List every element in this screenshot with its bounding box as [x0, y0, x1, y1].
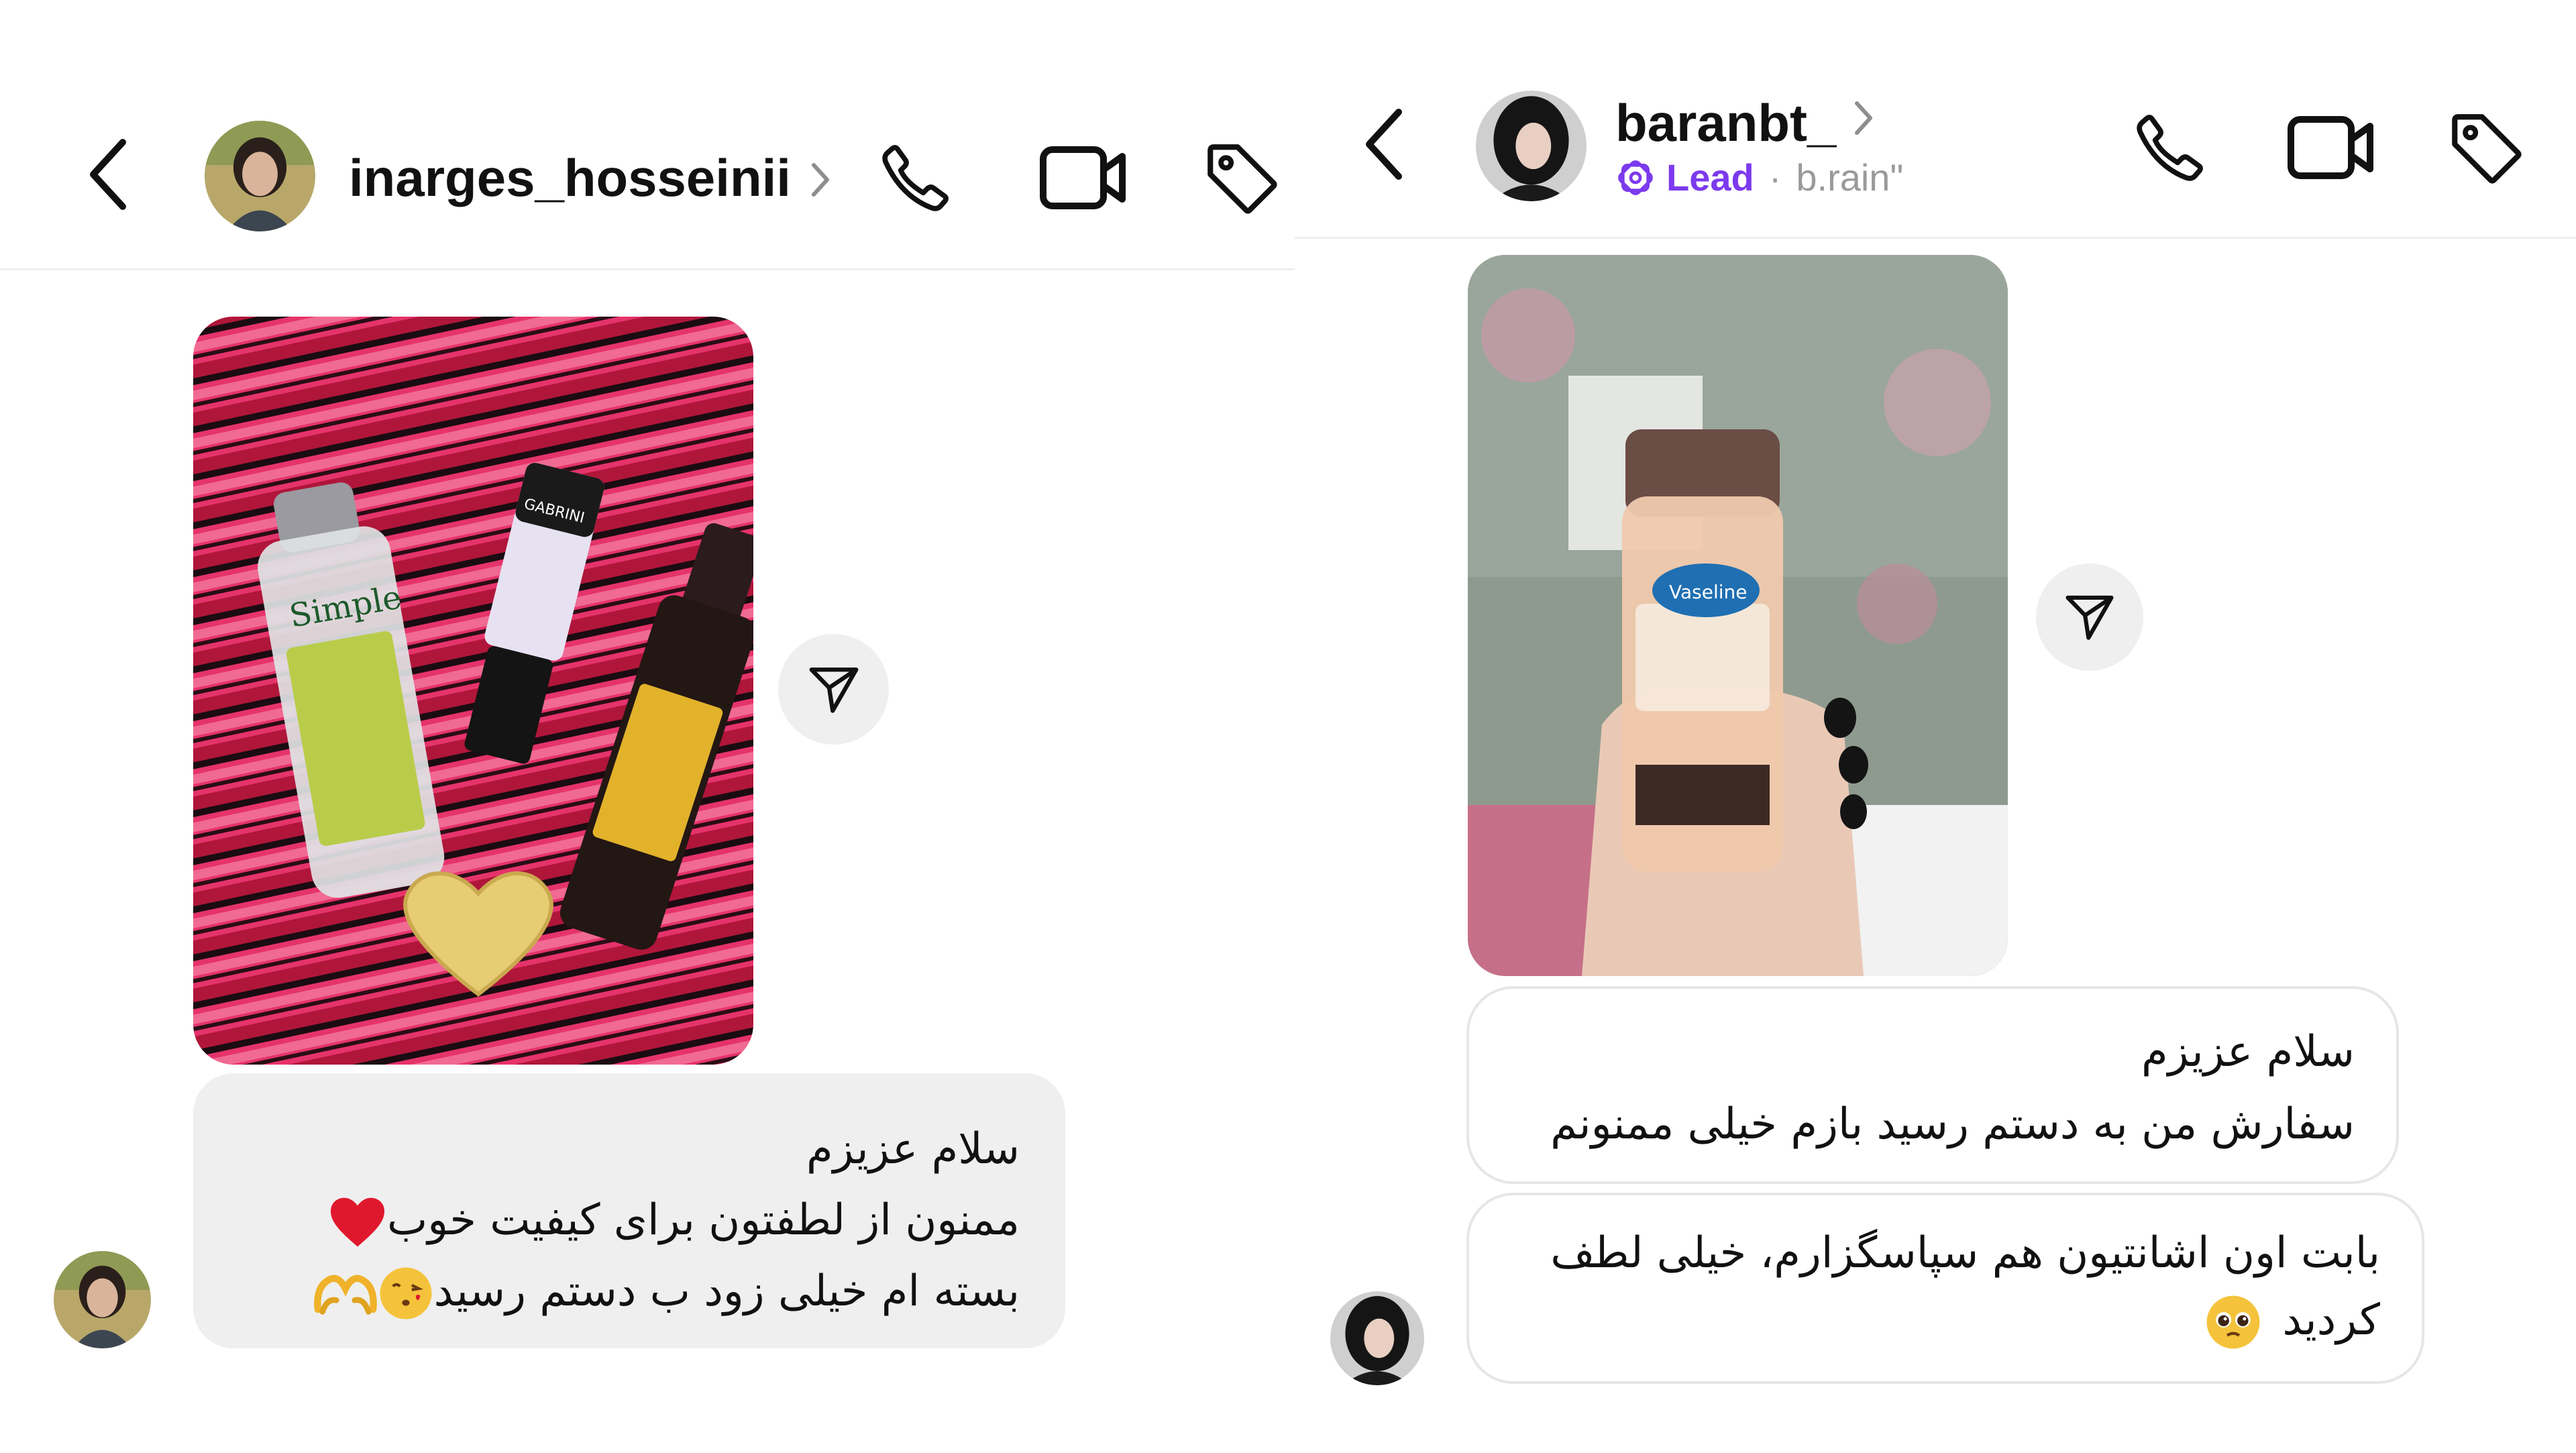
- back-button[interactable]: [1348, 97, 1422, 191]
- sender-avatar-photo: [1330, 1291, 1424, 1385]
- call-button[interactable]: [872, 134, 959, 221]
- message-line-2: سفارش من به دستم رسید بازم خیلی ممنونم: [1550, 1099, 2355, 1149]
- chat-panel-right: baranbt_ Lead · b.rain" Vaseline سلام عز…: [1295, 0, 2576, 1453]
- phone-icon: [882, 145, 949, 211]
- photo-message[interactable]: Simple GABRINI: [193, 317, 753, 1065]
- pleading-face-emoji: [2204, 1293, 2262, 1351]
- heart-hands-emoji: [313, 1267, 378, 1320]
- message-line-2: ممنون از لطفتون برای کیفیت خوب: [387, 1195, 1020, 1245]
- red-heart-emoji: [328, 1195, 387, 1249]
- share-button[interactable]: [778, 634, 889, 745]
- phone-icon: [2137, 115, 2203, 181]
- tag-button[interactable]: [2442, 104, 2529, 191]
- chat-panel-left: inarges_hosseinii Simple GABRINI سلام عز…: [0, 0, 1295, 1453]
- call-button[interactable]: [2127, 104, 2214, 191]
- back-button[interactable]: [72, 127, 146, 221]
- avatar-photo: [1476, 91, 1587, 201]
- back-arrow-icon: [90, 139, 126, 210]
- sender-avatar-photo: [54, 1251, 151, 1348]
- share-button[interactable]: [2036, 563, 2143, 671]
- avatar-photo: [205, 121, 315, 231]
- message-line-1: بابت اون اشانتیون هم سپاسگزارم، خیلی لطف: [1550, 1228, 2380, 1278]
- message-line-1: سلام عزیزم: [2141, 1027, 2355, 1077]
- svg-text:Vaseline: Vaseline: [1669, 581, 1747, 603]
- avatar[interactable]: [1476, 91, 1587, 201]
- tag-button[interactable]: [1197, 134, 1285, 221]
- chevron-right-icon[interactable]: [1851, 99, 1876, 137]
- lead-label: Lead: [1666, 156, 1754, 199]
- username[interactable]: inarges_hosseinii: [349, 148, 791, 209]
- separator-dot: ·: [1768, 156, 1782, 199]
- sender-avatar[interactable]: [54, 1251, 151, 1348]
- kissing-face-emoji: [378, 1265, 434, 1322]
- back-arrow-icon: [1366, 109, 1402, 180]
- video-call-button[interactable]: [2284, 107, 2378, 188]
- message-line-3: بسته ام خیلی زود ب دستم رسید: [433, 1267, 1020, 1316]
- message-line-2: کردید: [2282, 1295, 2380, 1345]
- username[interactable]: baranbt_: [1615, 93, 1836, 154]
- tag-icon: [1208, 144, 1277, 214]
- chevron-right-icon[interactable]: [808, 161, 833, 199]
- video-call-button[interactable]: [1036, 138, 1130, 218]
- message-bubble[interactable]: سلام عزیزم ممنون از لطفتون برای کیفیت خو…: [193, 1073, 1065, 1348]
- photo-message[interactable]: Vaseline: [1468, 255, 2008, 976]
- message-line-2-wrap: کردید: [1507, 1287, 2380, 1354]
- share-icon: [809, 667, 858, 713]
- tag-icon: [2452, 114, 2522, 184]
- share-icon: [2065, 595, 2114, 640]
- sender-avatar[interactable]: [1330, 1291, 1424, 1385]
- secondary-handle: b.rain": [1796, 156, 1904, 199]
- header-divider: [0, 268, 1295, 270]
- product-photo: Vaseline: [1468, 255, 2008, 976]
- message-line-3-wrap: بسته ام خیلی زود ب دستم رسید: [233, 1256, 1020, 1327]
- lead-label-icon: [1618, 160, 1653, 195]
- product-photo: Simple GABRINI: [193, 317, 753, 1065]
- video-camera-icon: [1040, 146, 1126, 209]
- lead-row[interactable]: Lead · b.rain": [1617, 156, 1903, 199]
- message-line-2-wrap: ممنون از لطفتون برای کیفیت خوب: [233, 1185, 1020, 1256]
- avatar[interactable]: [205, 121, 315, 231]
- header-divider: [1295, 237, 2576, 239]
- message-line-1: سلام عزیزم: [806, 1124, 1020, 1174]
- video-camera-icon: [2288, 116, 2373, 179]
- message-bubble[interactable]: سلام عزیزم سفارش من به دستم رسید بازم خی…: [1466, 986, 2399, 1184]
- message-bubble[interactable]: بابت اون اشانتیون هم سپاسگزارم، خیلی لطف…: [1466, 1193, 2424, 1384]
